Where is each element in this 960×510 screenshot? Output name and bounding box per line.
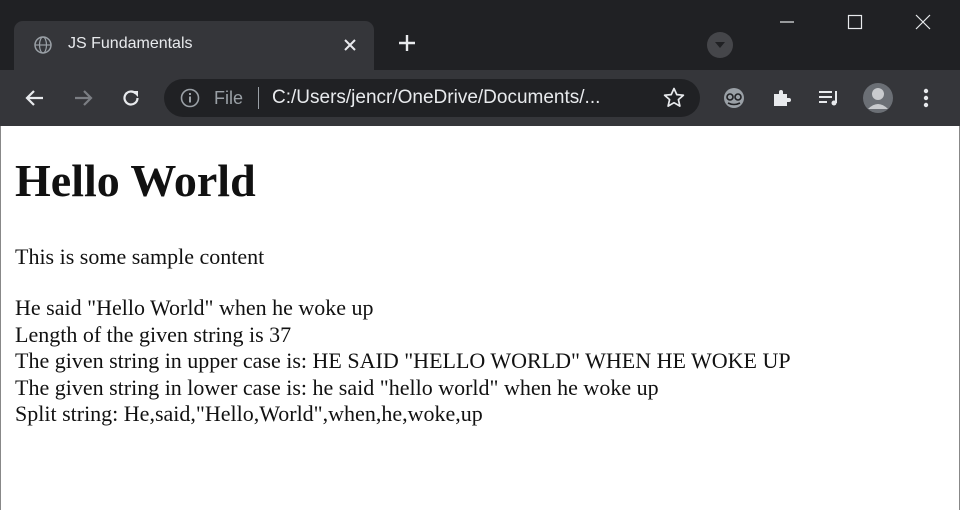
url-text[interactable]: C:/Users/jencr/OneDrive/Documents/... [272,87,600,109]
scheme-label: File [214,88,244,108]
tab-search-icon[interactable] [707,32,733,58]
minimize-icon[interactable] [762,0,812,44]
output-line: The given string in lower case is: he sa… [15,374,659,400]
tab-strip: JS Fundamentals [0,0,960,70]
tab-js-fundamentals[interactable]: JS Fundamentals [14,21,374,70]
forward-arrow-icon[interactable] [69,84,97,112]
intro-paragraph: This is some sample content [15,244,265,269]
bookmark-star-icon[interactable] [662,86,686,110]
window-close-icon[interactable] [898,0,948,44]
info-icon[interactable] [180,88,200,108]
media-queue-icon[interactable] [815,84,843,112]
tab-title: JS Fundamentals [68,35,193,52]
address-bar[interactable]: File C:/Users/jencr/OneDrive/Documents/.… [164,79,700,117]
omnibox-divider [258,87,259,109]
page-heading: Hello World [15,155,256,206]
output-lines: He said "Hello World" when he woke up Le… [15,295,791,428]
output-line: Length of the given string is 37 [15,321,292,347]
browser-window: JS Fundamentals File C:/Users/jencr/OneD… [0,0,960,510]
profile-extension-icon[interactable] [720,84,748,112]
close-tab-icon[interactable] [338,33,362,57]
menu-kebab-icon[interactable] [912,84,940,112]
new-tab-icon[interactable] [394,30,420,56]
page-content: Hello World This is some sample content … [0,126,960,510]
reload-icon[interactable] [117,84,145,112]
avatar[interactable] [862,82,894,114]
output-line: He said "Hello World" when he woke up [15,295,374,320]
maximize-icon[interactable] [830,0,880,44]
output-line: The given string in upper case is: HE SA… [15,348,791,373]
output-line: Split string: He,said,"Hello,World",when… [15,401,483,426]
extensions-puzzle-icon[interactable] [768,84,796,112]
globe-icon [34,36,52,54]
back-arrow-icon[interactable] [21,84,49,112]
